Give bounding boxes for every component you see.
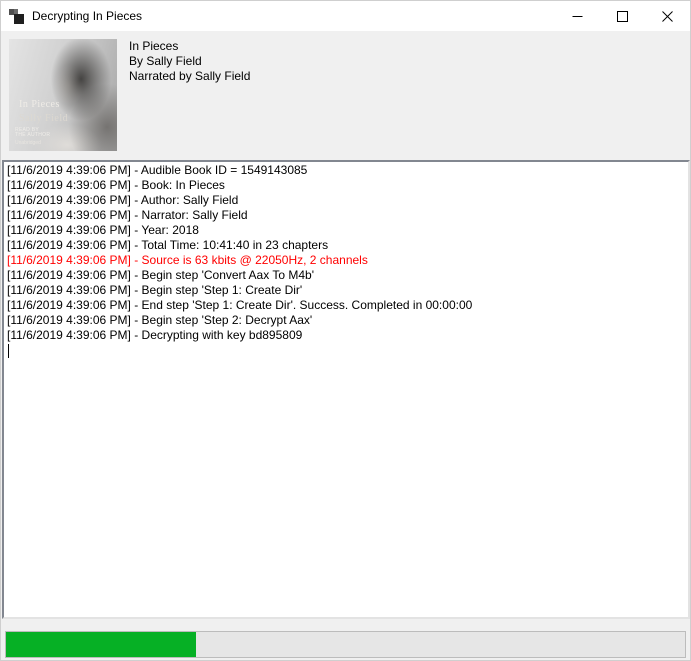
book-info: In Pieces By Sally Field Narrated by Sal… [129,39,250,84]
log-lines: [11/6/2019 4:39:06 PM] - Audible Book ID… [7,163,685,343]
caret-line [7,343,685,358]
log-line: [11/6/2019 4:39:06 PM] - Begin step 'Con… [7,268,685,283]
window-title: Decrypting In Pieces [32,1,142,31]
book-narrator-label: Narrated by Sally Field [129,69,250,84]
maximize-icon [617,11,628,22]
cover-readby-text: READ BY THE AUTHOR [15,128,50,138]
log-line: [11/6/2019 4:39:06 PM] - Begin step 'Ste… [7,313,685,328]
minimize-icon [572,11,583,22]
log-line: [11/6/2019 4:39:06 PM] - Year: 2018 [7,223,685,238]
log-textbox[interactable]: [11/6/2019 4:39:06 PM] - Audible Book ID… [2,160,690,619]
close-icon [662,11,673,22]
progress-fill [6,632,196,657]
log-line: [11/6/2019 4:39:06 PM] - Author: Sally F… [7,193,685,208]
cover-title-text: In Pieces [19,99,60,110]
log-line: [11/6/2019 4:39:06 PM] - End step 'Step … [7,298,685,313]
close-button[interactable] [645,1,690,31]
log-line: [11/6/2019 4:39:06 PM] - Audible Book ID… [7,163,685,178]
window-controls [555,1,690,31]
log-line: [11/6/2019 4:39:06 PM] - Book: In Pieces [7,178,685,193]
app-icon-shape [14,14,24,24]
app-icon[interactable] [9,8,25,24]
log-line: [11/6/2019 4:39:06 PM] - Begin step 'Ste… [7,283,685,298]
maximize-button[interactable] [600,1,645,31]
cover-author-text: Sally Field [19,113,68,124]
app-window: Decrypting In Pieces In Pieces Sally Fie… [0,0,691,661]
book-title-label: In Pieces [129,39,250,54]
text-caret [8,344,9,358]
log-line: [11/6/2019 4:39:06 PM] - Narrator: Sally… [7,208,685,223]
progress-bar [5,631,686,658]
book-author-label: By Sally Field [129,54,250,69]
minimize-button[interactable] [555,1,600,31]
book-cover-image: In Pieces Sally Field READ BY THE AUTHOR… [9,39,117,151]
titlebar[interactable]: Decrypting In Pieces [1,1,690,31]
log-line: [11/6/2019 4:39:06 PM] - Source is 63 kb… [7,253,685,268]
cover-edition-text: Unabridged [15,140,41,146]
log-line: [11/6/2019 4:39:06 PM] - Total Time: 10:… [7,238,685,253]
log-line: [11/6/2019 4:39:06 PM] - Decrypting with… [7,328,685,343]
